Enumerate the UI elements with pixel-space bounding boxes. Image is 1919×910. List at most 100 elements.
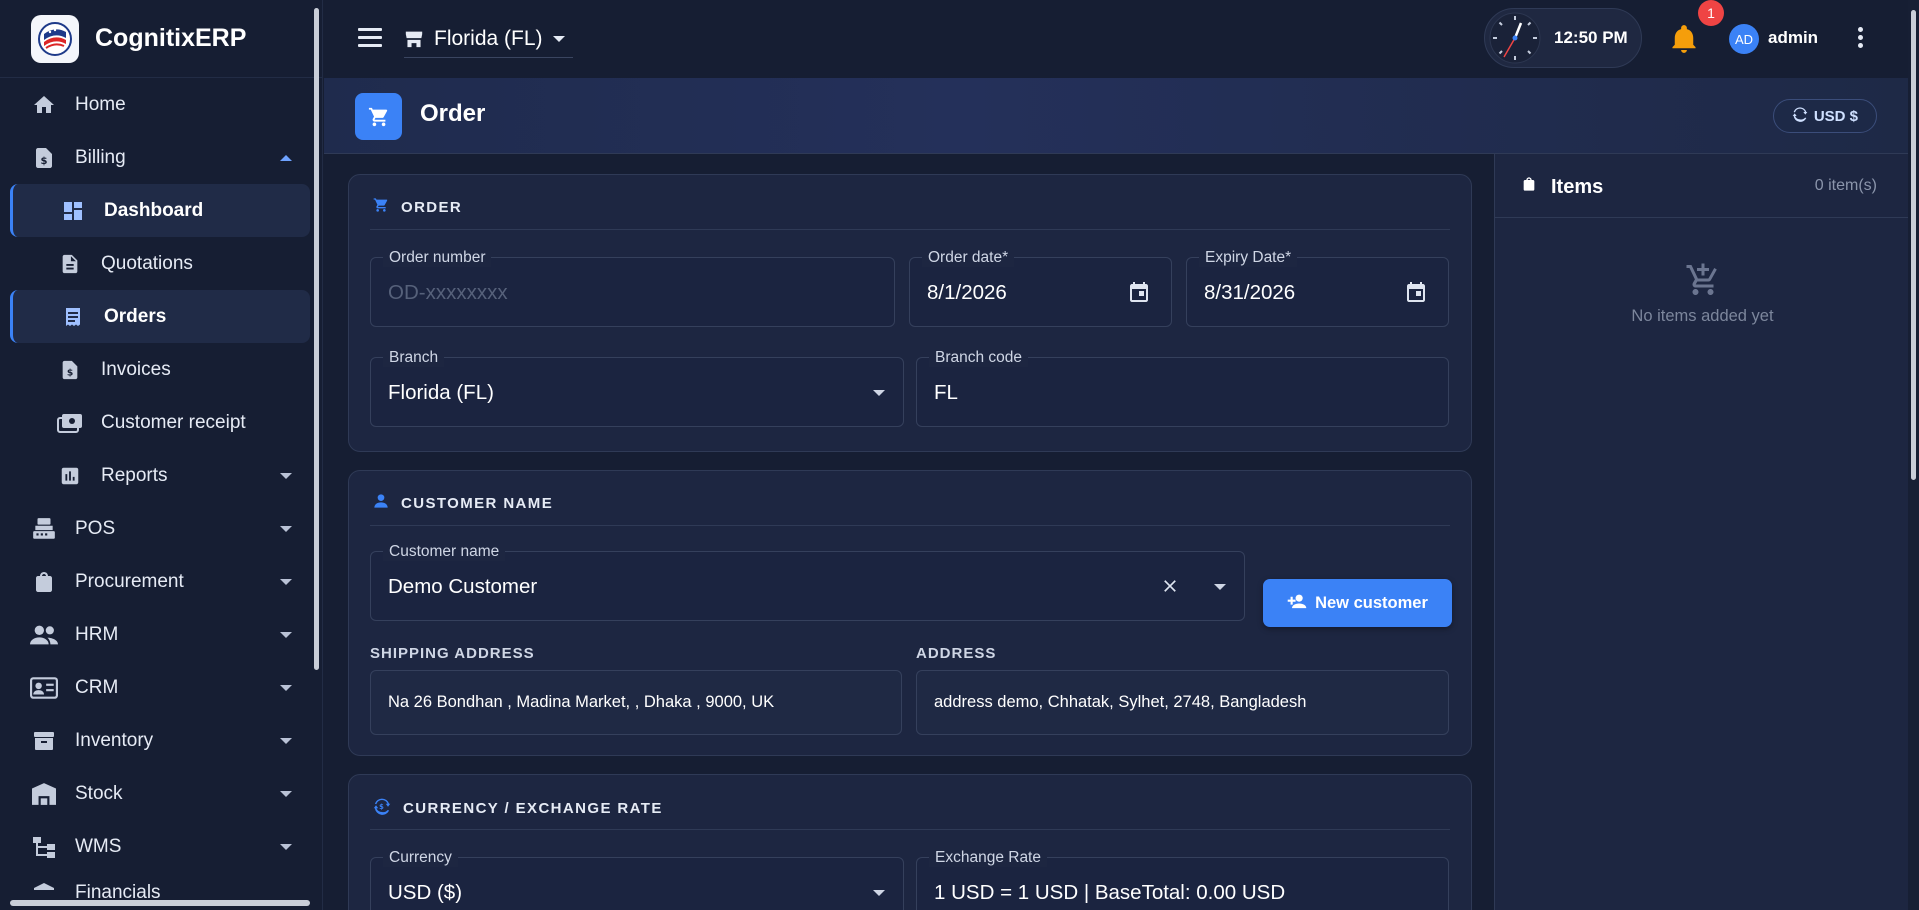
sidebar-item-label: Orders <box>104 305 167 327</box>
currency-chip[interactable]: USD $ <box>1772 99 1877 133</box>
sidebar-item-customer-receipt[interactable]: Customer receipt <box>0 396 322 449</box>
sidebar-item-billing[interactable]: $ Billing <box>0 131 322 184</box>
dashboard-icon <box>59 197 87 225</box>
chevron-down-icon <box>280 472 292 479</box>
order-card: ORDER Order number OD-xxxxxxxx Order dat… <box>348 174 1472 452</box>
user-name[interactable]: admin <box>1768 28 1818 48</box>
address-value: address demo, Chhatak, Sylhet, 2748, Ban… <box>934 693 1307 711</box>
currency-card-title: $ CURRENCY / EXCHANGE RATE <box>373 797 663 819</box>
shipping-address-value: Na 26 Bondhan , Madina Market, , Dhaka ,… <box>388 693 775 711</box>
exchange-rate-field[interactable]: Exchange Rate 1 USD = 1 USD | BaseTotal:… <box>916 849 1449 910</box>
bell-icon[interactable] <box>1670 24 1698 59</box>
sidebar-item-home[interactable]: Home <box>0 78 322 131</box>
address-label: ADDRESS <box>916 645 997 662</box>
sidebar-nav: Home $ Billing Dashboard Quotations Orde… <box>0 78 322 910</box>
items-panel: Items 0 item(s) No items added yet <box>1494 154 1910 910</box>
store-icon <box>404 30 424 48</box>
warehouse-icon <box>30 780 58 808</box>
field-label: Expiry Date* <box>1199 249 1298 267</box>
branch-code-field[interactable]: Branch code FL <box>916 349 1449 427</box>
order-card-title: ORDER <box>373 197 462 217</box>
sidebar-horizontal-scrollbar[interactable] <box>10 900 310 906</box>
order-number-placeholder: OD-xxxxxxxx <box>388 281 508 304</box>
currency-select[interactable]: Currency USD ($) <box>370 849 904 910</box>
sidebar-scrollbar[interactable] <box>314 8 319 670</box>
chevron-down-icon <box>280 525 292 532</box>
shipping-address-label: SHIPPING ADDRESS <box>370 645 535 662</box>
brand-logo <box>31 14 79 63</box>
sidebar-item-orders[interactable]: Orders <box>10 290 310 343</box>
branch-select[interactable]: Branch Florida (FL) <box>370 349 904 427</box>
notification-badge: 1 <box>1698 0 1724 26</box>
svg-text:$: $ <box>379 803 385 811</box>
branch-selector-value: Florida (FL) <box>434 26 543 50</box>
more-options-icon[interactable] <box>1858 27 1864 51</box>
sidebar-item-procurement[interactable]: Procurement <box>0 555 322 608</box>
calendar-icon[interactable] <box>1404 280 1428 311</box>
divider <box>370 829 1450 830</box>
order-number-field[interactable]: Order number OD-xxxxxxxx <box>370 249 895 327</box>
cart-icon <box>355 93 402 140</box>
chevron-down-icon <box>280 578 292 585</box>
top-bar: Florida (FL) 12:50 PM 1 AD admin <box>324 0 1919 78</box>
sidebar-item-inventory[interactable]: Inventory <box>0 714 322 767</box>
sidebar-item-crm[interactable]: CRM <box>0 661 322 714</box>
chevron-down-icon <box>552 35 565 42</box>
sidebar: CognitixERP Home $ Billing Dashboard Quo… <box>0 0 323 910</box>
field-label: Branch <box>383 349 445 367</box>
new-customer-button[interactable]: New customer <box>1263 579 1452 627</box>
sidebar-item-label: Customer receipt <box>101 411 246 433</box>
sidebar-item-label: Reports <box>101 464 168 486</box>
sidebar-item-pos[interactable]: POS <box>0 502 322 555</box>
sidebar-item-label: Procurement <box>75 570 184 592</box>
items-empty-message: No items added yet <box>1631 307 1774 325</box>
sidebar-item-stock[interactable]: Stock <box>0 767 322 820</box>
invoice-icon: $ <box>56 356 84 384</box>
field-label: Customer name <box>383 543 506 561</box>
sidebar-item-reports[interactable]: Reports <box>0 449 322 502</box>
page-scrollbar[interactable] <box>1908 0 1919 910</box>
chevron-down-icon <box>280 631 292 638</box>
clear-icon[interactable] <box>1160 576 1180 601</box>
sidebar-item-hrm[interactable]: HRM <box>0 608 322 661</box>
add-shopping-cart-icon <box>1685 262 1721 303</box>
clock-widget: 12:50 PM <box>1484 8 1642 68</box>
address-field[interactable]: address demo, Chhatak, Sylhet, 2748, Ban… <box>916 670 1449 735</box>
shipping-address-field[interactable]: Na 26 Bondhan , Madina Market, , Dhaka ,… <box>370 670 902 735</box>
chevron-down-icon <box>873 390 885 396</box>
menu-icon[interactable] <box>358 28 382 48</box>
items-panel-header: Items 0 item(s) <box>1495 154 1910 218</box>
sidebar-item-label: CRM <box>75 676 119 698</box>
sidebar-item-label: Billing <box>75 146 126 168</box>
avatar[interactable]: AD <box>1729 24 1759 54</box>
sidebar-item-label: POS <box>75 517 116 539</box>
field-label: Exchange Rate <box>929 849 1047 867</box>
clock-time: 12:50 PM <box>1554 28 1628 47</box>
branch-select-value: Florida (FL) <box>388 381 494 404</box>
sidebar-item-label: WMS <box>75 835 122 857</box>
expiry-date-value: 8/31/2026 <box>1204 281 1296 304</box>
branch-selector[interactable]: Florida (FL) <box>404 20 573 58</box>
chevron-down-icon <box>873 890 885 896</box>
people-icon <box>30 621 58 649</box>
sidebar-item-wms[interactable]: WMS <box>0 820 322 873</box>
field-label: Branch code <box>929 349 1029 367</box>
customer-name-select[interactable]: Customer name Demo Customer <box>370 543 1245 621</box>
sidebar-item-label: Stock <box>75 782 123 804</box>
brand[interactable]: CognitixERP <box>0 0 322 78</box>
divider <box>370 525 1450 526</box>
order-date-value: 8/1/2026 <box>927 281 1007 304</box>
document-icon <box>56 250 84 278</box>
sidebar-item-quotations[interactable]: Quotations <box>0 237 322 290</box>
sidebar-item-invoices[interactable]: $ Invoices <box>0 343 322 396</box>
chevron-down-icon[interactable] <box>1214 584 1226 590</box>
sidebar-item-dashboard[interactable]: Dashboard <box>10 184 310 237</box>
sidebar-item-label: Inventory <box>75 729 154 751</box>
expiry-date-field[interactable]: Expiry Date* 8/31/2026 <box>1186 249 1449 327</box>
order-date-field[interactable]: Order date* 8/1/2026 <box>909 249 1172 327</box>
calendar-icon[interactable] <box>1127 280 1151 311</box>
svg-text:$: $ <box>41 156 48 167</box>
currency-exchange-icon <box>1792 106 1808 126</box>
field-label: Currency <box>383 849 458 867</box>
customer-card-title: CUSTOMER NAME <box>373 493 553 513</box>
